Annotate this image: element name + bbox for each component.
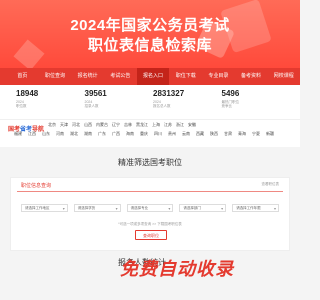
province-link[interactable]: 湖北 xyxy=(70,130,78,138)
card-title: 职位信息查询 xyxy=(21,183,52,189)
major-select[interactable]: 请选择专业 xyxy=(126,204,174,212)
province-link[interactable]: 浙江 xyxy=(176,122,184,128)
nav-item-download[interactable]: 职位下载 xyxy=(169,68,202,85)
stats-bar: 18948 2024 职位数 39561 2024 招录人数 2831327 2… xyxy=(0,85,300,119)
view-table-link[interactable]: 查看职位表 xyxy=(262,182,280,187)
province-link[interactable]: 山西 xyxy=(84,122,92,128)
province-link[interactable]: 贵州 xyxy=(168,130,176,138)
section-title: 精准筛选国考职位 xyxy=(0,147,300,177)
province-link[interactable]: 河北 xyxy=(72,122,80,128)
stat-label: 最热门职位 竞争比 xyxy=(221,100,240,108)
region-select[interactable]: 请选择工作地区 xyxy=(21,204,68,212)
nav-item-exam-notice[interactable]: 考试公告 xyxy=(104,68,137,85)
province-link[interactable]: 甘肃 xyxy=(224,130,232,138)
main-nav: 首页 职位查询 报名统计 考试公告 报名入口 职位下载 专业目录 备考资料 网校… xyxy=(0,68,300,85)
stat-value: 5496 xyxy=(221,89,240,98)
province-navigation: 国考省考导航 北京 天津 河北 山西 内蒙古 辽宁 吉林 黑龙江 上海 江苏 浙江 安徽 福建 江西 山东… xyxy=(0,119,300,147)
province-link[interactable]: 宁夏 xyxy=(252,130,260,138)
stat-positions: 18948 2024 职位数 xyxy=(16,89,85,119)
filter-selects: 请选择工作地区 请选择学历 请选择专业 请选择部门 请选择工作年限 xyxy=(21,204,279,212)
stat-label: 2024 职位数 xyxy=(16,100,27,108)
province-link[interactable]: 广西 xyxy=(112,130,120,138)
position-search-card: 职位信息查询 查看职位表 请选择工作地区 请选择学历 请选择专业 请选择部门 请… xyxy=(10,177,290,251)
search-note: *可选一项或多项查询 >> 下载国考职位表 xyxy=(118,222,182,226)
stat-competition: 5496 最热门职位 竞争比 xyxy=(222,89,291,119)
province-link[interactable]: 广东 xyxy=(98,130,106,138)
province-link[interactable]: 西藏 xyxy=(196,130,204,138)
province-link[interactable]: 上海 xyxy=(152,122,160,128)
banner-subtitle: 职位表信息检索库 xyxy=(87,37,212,54)
hero-banner: 2024年国家公务员考试 职位表信息检索库 xyxy=(0,0,300,68)
province-link[interactable]: 内蒙古 xyxy=(96,122,108,128)
education-select[interactable]: 请选择学历 xyxy=(73,204,121,212)
province-link[interactable]: 河南 xyxy=(56,130,64,138)
stat-recruits: 39561 2024 招录人数 xyxy=(85,89,154,119)
province-link[interactable]: 海南 xyxy=(126,130,134,138)
banner-title: 2024年国家公务员考试 xyxy=(70,17,230,34)
bottom-section: 报名人数统计 免费自动收录 xyxy=(0,251,300,291)
stat-value: 18948 xyxy=(16,89,39,98)
province-link[interactable]: 湖南 xyxy=(84,130,92,138)
nav-item-position-search[interactable]: 职位查询 xyxy=(39,68,72,85)
province-link[interactable]: 北京 xyxy=(48,122,56,128)
nav-item-courses[interactable]: 网校课程 xyxy=(267,68,300,85)
province-nav-logo: 国考省考导航 xyxy=(8,127,45,133)
province-link[interactable]: 云南 xyxy=(182,130,190,138)
province-link[interactable]: 四川 xyxy=(154,130,162,138)
province-link[interactable]: 青海 xyxy=(238,130,246,138)
stat-label: 2024 报名总人数 xyxy=(153,100,171,108)
province-link[interactable]: 天津 xyxy=(60,122,68,128)
stat-value: 39561 xyxy=(84,89,107,98)
province-row: 北京 天津 河北 山西 内蒙古 辽宁 吉林 黑龙江 上海 江苏 浙江 安徽 xyxy=(6,122,294,128)
nav-item-home[interactable]: 首页 xyxy=(6,68,39,85)
province-row: 福建 江西 山东 河南 湖北 湖南 广东 广西 海南 重庆 四川 贵州 云南 西藏 陕西 甘肃 青海 宁夏 新疆 xyxy=(6,130,294,138)
province-link[interactable]: 安徽 xyxy=(188,122,196,128)
nav-item-materials[interactable]: 备考资料 xyxy=(235,68,268,85)
nav-item-major-catalog[interactable]: 专业目录 xyxy=(202,68,235,85)
province-link[interactable]: 辽宁 xyxy=(112,122,120,128)
province-link[interactable]: 陕西 xyxy=(210,130,218,138)
province-link[interactable]: 江苏 xyxy=(164,122,172,128)
nav-item-registration[interactable]: 报名入口 xyxy=(136,68,170,85)
watermark: 免费自动收录 xyxy=(120,259,234,279)
stat-applicants: 2831327 2024 报名总人数 xyxy=(153,89,222,119)
stat-label: 2024 招录人数 xyxy=(84,100,99,108)
province-link[interactable]: 重庆 xyxy=(140,130,148,138)
nav-item-registration-stats[interactable]: 报名统计 xyxy=(71,68,104,85)
province-link[interactable]: 黑龙江 xyxy=(136,122,148,128)
work-years-select[interactable]: 请选择工作年限 xyxy=(232,204,279,212)
divider xyxy=(17,191,283,192)
department-select[interactable]: 请选择部门 xyxy=(179,204,227,212)
stat-value: 2831327 xyxy=(153,89,185,98)
search-button[interactable]: 查询职位 xyxy=(135,230,167,240)
province-link[interactable]: 吉林 xyxy=(124,122,132,128)
province-link[interactable]: 新疆 xyxy=(266,130,274,138)
